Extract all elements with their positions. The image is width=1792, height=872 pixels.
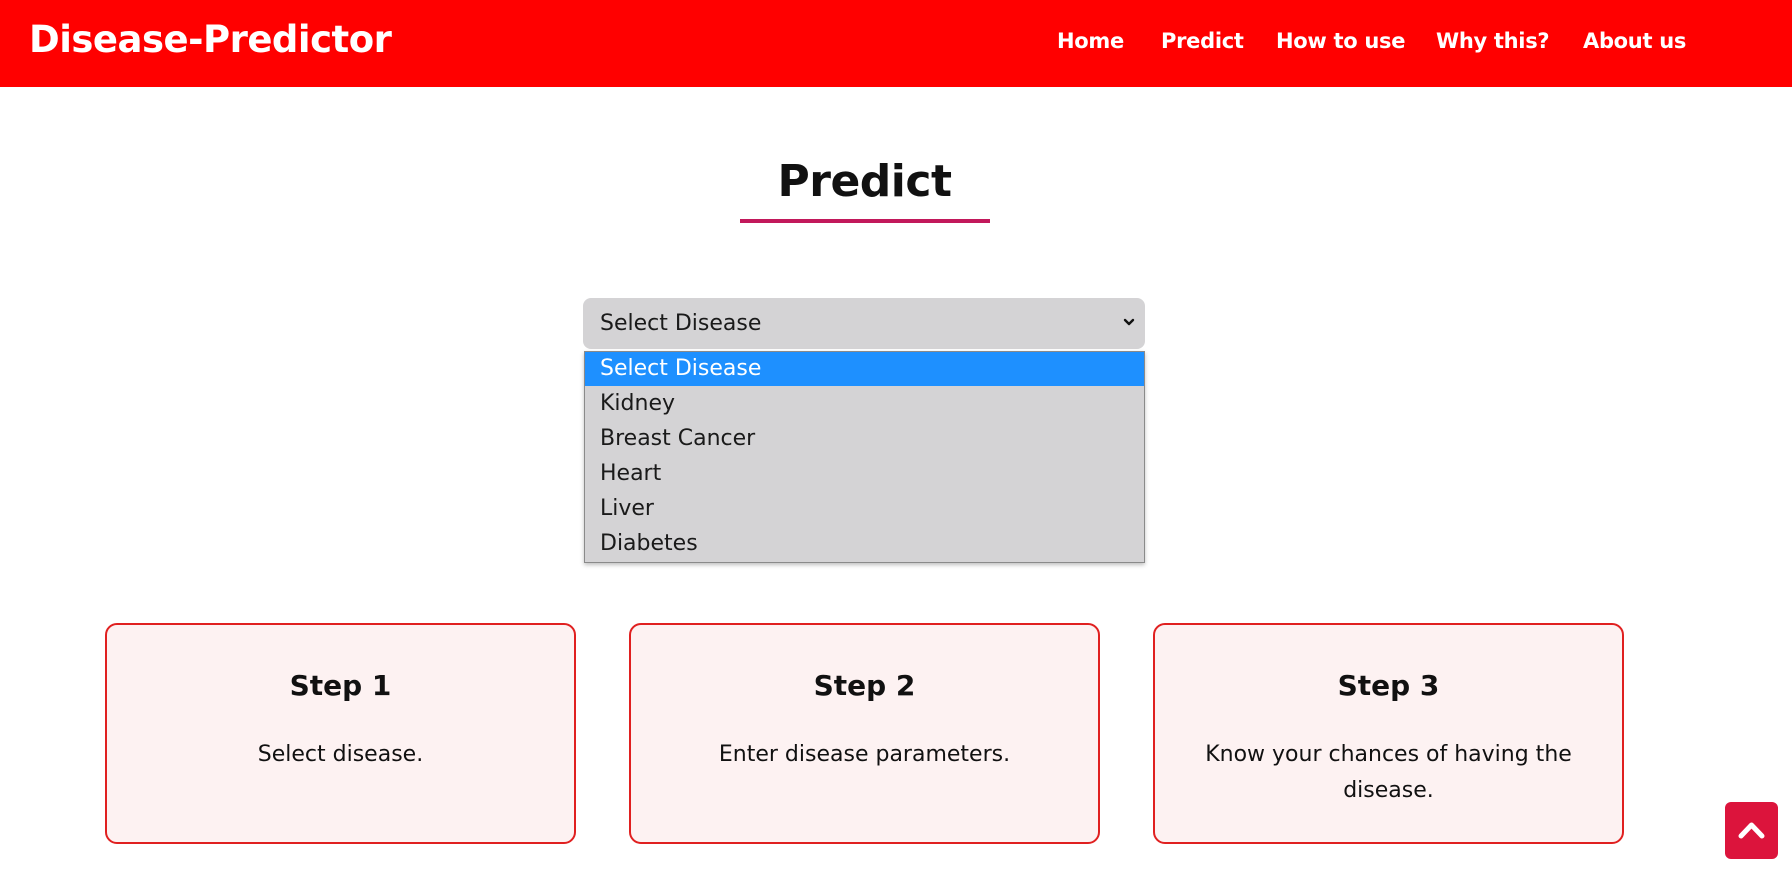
nav-link-predict[interactable]: Predict [1161,29,1244,53]
scroll-to-top-button[interactable] [1725,802,1778,859]
step-card-1: Step 1 Select disease. [105,623,576,844]
step-card-2: Step 2 Enter disease parameters. [629,623,1100,844]
brand-logo[interactable]: Disease-Predictor [29,18,392,61]
nav-link-why-this[interactable]: Why this? [1436,29,1550,53]
option-heart[interactable]: Heart [585,457,1144,491]
option-diabetes[interactable]: Diabetes [585,527,1144,561]
step-text: Select disease. [257,742,424,767]
option-breast-cancer[interactable]: Breast Cancer [585,422,1144,456]
page-title: Predict [777,156,952,207]
chevron-down-icon [1123,318,1135,326]
nav-link-how-to-use[interactable]: How to use [1276,29,1405,53]
title-underline [740,219,990,223]
option-liver[interactable]: Liver [585,492,1144,526]
option-select-disease[interactable]: Select Disease [585,352,1144,386]
navbar: Disease-Predictor Home Predict How to us… [0,0,1792,87]
chevron-up-icon [1738,822,1765,839]
disease-dropdown-list: Select Disease Kidney Breast Cancer Hear… [584,351,1145,563]
select-value: Select Disease [600,311,762,336]
step-card-3: Step 3 Know your chances of having the d… [1153,623,1624,844]
step-text: Know your chances of having the disease. [1205,742,1572,803]
step-title: Step 1 [289,669,392,702]
nav-link-home[interactable]: Home [1057,29,1124,53]
step-title: Step 3 [1337,669,1440,702]
option-kidney[interactable]: Kidney [585,387,1144,421]
nav-link-about-us[interactable]: About us [1583,29,1686,53]
disease-select[interactable]: Select Disease [583,298,1145,349]
step-title: Step 2 [813,669,916,702]
step-text: Enter disease parameters. [718,742,1011,767]
